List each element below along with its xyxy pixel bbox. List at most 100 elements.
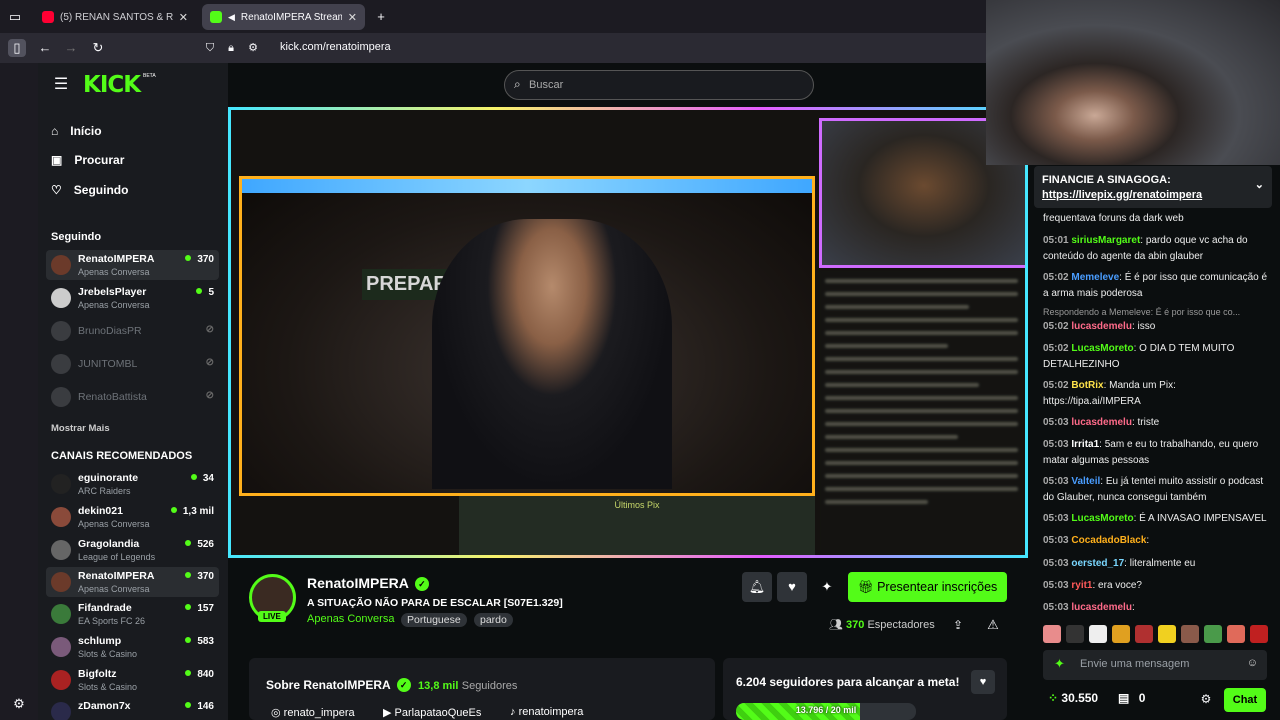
recommended-channel[interactable]: zDamon7x 146 <box>46 697 219 720</box>
channel-name: RenatoIMPERA <box>78 570 155 582</box>
nav-browse[interactable]: ▣ Procurar <box>51 153 124 167</box>
notification-bell-icon[interactable]: 🔔︎ <box>742 572 772 602</box>
sparkle-icon[interactable]: ✦ <box>812 572 842 602</box>
settings-icon[interactable]: ⚙ <box>10 695 28 713</box>
kick-logo[interactable]: KICK <box>83 72 141 98</box>
close-tab-icon[interactable]: ✕ <box>348 11 357 24</box>
emote[interactable] <box>1089 625 1107 643</box>
speaker-icon[interactable]: ◀ <box>228 12 235 23</box>
message-username[interactable]: BotRix <box>1071 380 1103 391</box>
forward-icon[interactable]: → <box>62 39 80 57</box>
emote[interactable] <box>1204 625 1222 643</box>
browser-tab-youtube[interactable]: (5) RENAN SANTOS & RENATO I ✕ <box>34 4 196 30</box>
avatar <box>51 604 71 624</box>
chat-settings-icon[interactable]: ⚙ <box>1197 690 1215 708</box>
tag-portuguese[interactable]: Portuguese <box>401 613 467 627</box>
pinned-message[interactable]: FINANCIE A SINAGOGA: https://livepix.gg/… <box>1034 166 1272 208</box>
nav-label: Procurar <box>74 153 125 167</box>
emote[interactable] <box>1066 625 1084 643</box>
menu-icon[interactable]: ☰ <box>52 76 70 94</box>
channel-points[interactable]: ⁘ 30.550 <box>1048 691 1098 705</box>
avatar <box>51 670 71 690</box>
close-tab-icon[interactable]: ✕ <box>179 11 188 24</box>
show-more-link[interactable]: Mostrar Mais <box>51 423 110 434</box>
about-title-text: Sobre RenatoIMPERA <box>266 678 391 692</box>
report-icon[interactable]: ⚠ <box>984 616 1002 634</box>
sidebar-toggle-icon[interactable]: ▯ <box>8 39 26 57</box>
recommended-channel[interactable]: Gragolandia League of Legends 526 <box>46 535 219 565</box>
message-username[interactable]: oersted_17 <box>1071 558 1124 569</box>
goal-heart-icon[interactable]: ♥ <box>971 670 995 694</box>
message-username[interactable]: lucasdemelu <box>1071 602 1132 613</box>
lock-icon[interactable]: 🔒︎ <box>222 39 240 57</box>
recommended-channel[interactable]: Bigfoltz Slots & Casino 840 <box>46 665 219 695</box>
nav-following[interactable]: ♡ Seguindo <box>51 183 128 197</box>
follow-heart-icon[interactable]: ♥ <box>777 572 807 602</box>
chat-counter[interactable]: ▤ 0 <box>1118 691 1145 705</box>
viewer-count: 34 <box>191 473 214 484</box>
avatar <box>51 474 71 494</box>
share-icon[interactable]: ⇪ <box>949 616 967 634</box>
message-username[interactable]: LucasMoreto <box>1071 513 1133 524</box>
emote[interactable] <box>1135 625 1153 643</box>
message-username[interactable]: lucasdemelu <box>1071 417 1132 428</box>
message-username[interactable]: siriusMargaret <box>1071 235 1140 246</box>
emote[interactable] <box>1112 625 1130 643</box>
recommended-channel[interactable]: Fifandrade EA Sports FC 26 157 <box>46 599 219 629</box>
tag-pardo[interactable]: pardo <box>474 613 513 627</box>
following-channel[interactable]: JrebelsPlayer Apenas Conversa 5 <box>46 283 219 313</box>
message-username[interactable]: ryit1 <box>1071 580 1092 591</box>
message-username[interactable]: Valteil <box>1071 476 1100 487</box>
message-time: 05:02 <box>1043 321 1069 332</box>
streamer-name[interactable]: RenatoIMPERA ✓ <box>307 575 429 591</box>
youtube-link[interactable]: ▶ ParlapataoQueEs <box>383 706 481 719</box>
emote[interactable] <box>1158 625 1176 643</box>
browse-icon: ▣ <box>51 153 63 167</box>
viewer-count: 157 <box>185 603 214 614</box>
recommended-channel[interactable]: schlump Slots & Casino 583 <box>46 632 219 662</box>
chat-message: 05:02 Memeleve: É é por isso que comunic… <box>1043 272 1268 299</box>
emote[interactable] <box>1250 625 1268 643</box>
emote[interactable] <box>1043 625 1061 643</box>
reload-icon[interactable]: ↻ <box>89 39 107 57</box>
kick-sparkle-icon[interactable]: ✦ <box>1054 656 1065 672</box>
goal-text: 6.204 seguidores para alcançar a meta! <box>736 675 960 689</box>
following-channel[interactable]: BrunoDiasPR ⊘ <box>46 316 219 346</box>
pinned-link[interactable]: https://livepix.gg/renatoimpera <box>1042 189 1202 201</box>
stream-category[interactable]: Apenas Conversa <box>307 613 394 625</box>
chat-input[interactable]: ✦ Envie uma mensagem ☺ <box>1043 650 1267 680</box>
message-username[interactable]: CocadadoBlack <box>1071 535 1146 546</box>
nav-home[interactable]: ⌂ Início <box>51 124 102 138</box>
message-username[interactable]: Memeleve <box>1071 272 1119 283</box>
url-text[interactable]: kick.com/renatoimpera <box>280 41 391 53</box>
recommended-channel[interactable]: eguinorante ARC Raiders 34 <box>46 469 219 499</box>
chevron-down-icon[interactable]: ⌄ <box>1255 178 1264 193</box>
message-username[interactable]: Irrita1 <box>1071 439 1099 450</box>
message-text: era voce? <box>1098 580 1142 591</box>
following-channel[interactable]: RenatoIMPERA Apenas Conversa 370 <box>46 250 219 280</box>
emote[interactable] <box>1181 625 1199 643</box>
tiktok-link[interactable]: ♪ renatoimpera <box>510 706 583 718</box>
emote[interactable] <box>1227 625 1245 643</box>
video-player[interactable]: PREPARE-SE Últimos Pix <box>228 107 1028 558</box>
shield-icon[interactable]: ⛉ <box>201 39 219 57</box>
message-username[interactable]: LucasMoreto <box>1071 343 1133 354</box>
following-channel[interactable]: RenatoBattista ⊘ <box>46 382 219 412</box>
instagram-link[interactable]: ◎ renato_impera <box>271 706 355 719</box>
gift-subs-button[interactable]: 🎁︎ Presentear inscrições <box>848 572 1007 602</box>
recommended-channel[interactable]: dekin021 Apenas Conversa 1,3 mil <box>46 502 219 532</box>
new-tab-icon[interactable]: + <box>372 8 390 26</box>
emoji-icon[interactable]: ☺ <box>1247 657 1258 669</box>
permissions-icon[interactable]: ⚙ <box>244 39 262 57</box>
heart-icon: ♡ <box>51 183 62 197</box>
search-input[interactable]: ⌕ Buscar <box>504 70 814 100</box>
browser-tab-kick[interactable]: ◀ RenatoIMPERA Stream - Wa ✕ <box>202 4 365 30</box>
recommended-channel[interactable]: RenatoIMPERA Apenas Conversa 370 <box>46 567 219 597</box>
back-icon[interactable]: ← <box>36 39 54 57</box>
message-username[interactable]: lucasdemelu <box>1071 321 1132 332</box>
browser-tab-bar: ▭ (5) RENAN SANTOS & RENATO I ✕ ◀ Renato… <box>0 0 986 33</box>
tab-list-icon[interactable]: ▭ <box>6 8 24 26</box>
send-chat-button[interactable]: Chat <box>1224 688 1266 712</box>
avatar <box>51 288 71 308</box>
following-channel[interactable]: JUNITOMBL ⊘ <box>46 349 219 379</box>
